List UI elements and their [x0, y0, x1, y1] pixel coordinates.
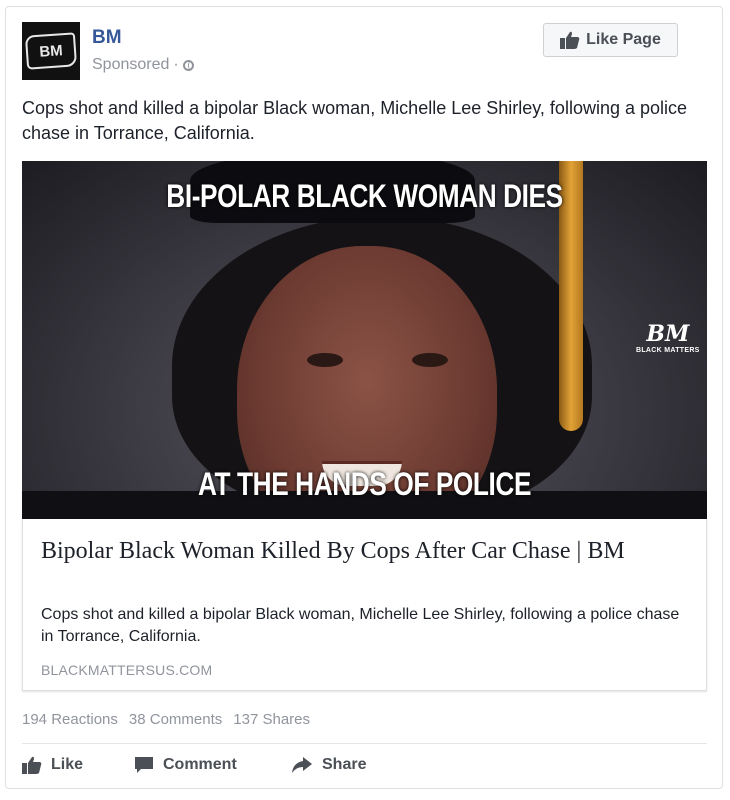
like-page-label: Like Page [586, 31, 661, 48]
shares-count[interactable]: 137 Shares [233, 711, 310, 728]
comments-count[interactable]: 38 Comments [129, 711, 222, 728]
thumbs-up-icon [22, 756, 42, 774]
share-label: Share [322, 756, 367, 773]
image-headline-top: BI-POLAR BLACK WOMAN DIES [166, 178, 563, 214]
link-title[interactable]: Bipolar Black Woman Killed By Cops After… [41, 536, 691, 566]
avatar-logo: BM [24, 32, 78, 70]
engagement-stats: 194 Reactions 38 Comments 137 Shares [22, 711, 310, 728]
like-button[interactable]: Like [22, 756, 134, 774]
page-avatar[interactable]: BM [22, 22, 80, 80]
link-preview[interactable]: Bipolar Black Woman Killed By Cops After… [22, 519, 707, 691]
link-description: Cops shot and killed a bipolar Black wom… [41, 606, 680, 645]
like-label: Like [51, 756, 84, 773]
comment-button[interactable]: Comment [134, 756, 291, 774]
watermark-text: BLACK MATTERS [636, 347, 700, 354]
separator-dot: · [173, 56, 179, 73]
sponsored-label[interactable]: Sponsored [92, 56, 169, 74]
actions-divider [22, 743, 707, 744]
image-headline-bottom: AT THE HANDS OF POLICE [197, 466, 532, 502]
post-image[interactable]: BI-POLAR BLACK WOMAN DIES AT THE HANDS O… [22, 161, 707, 519]
image-eye-left [307, 353, 343, 367]
watermark-logo: BM [646, 321, 690, 347]
globe-icon [182, 59, 194, 71]
sponsored-line: Sponsored · [92, 56, 194, 74]
comment-label: Comment [163, 756, 237, 773]
comment-icon [135, 757, 153, 773]
page-name-link[interactable]: BM [92, 27, 122, 49]
image-eye-right [412, 353, 448, 367]
link-domain: BLACKMATTERSUS.COM [41, 662, 213, 678]
post-text: Cops shot and killed a bipolar Black wom… [22, 98, 688, 143]
share-button[interactable]: Share [291, 756, 366, 774]
thumbs-up-icon [560, 31, 580, 49]
like-page-button[interactable]: Like Page [543, 23, 678, 57]
watermark: BM BLACK MATTERS [636, 321, 700, 354]
reactions-count[interactable]: 194 Reactions [22, 711, 118, 728]
share-icon [292, 757, 312, 773]
action-bar: Like Comment Share [22, 756, 366, 774]
